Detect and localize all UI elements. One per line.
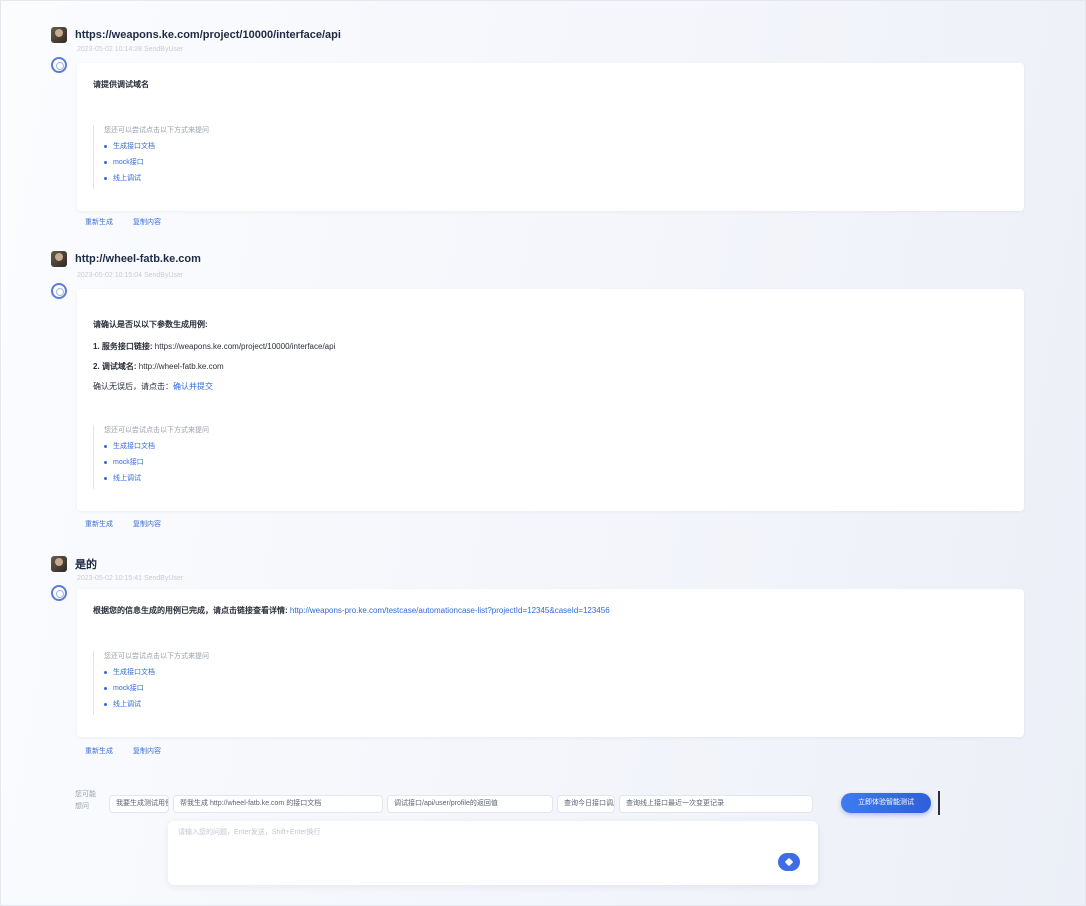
bullet-icon [104,670,107,674]
param-label: 1. 服务接口链接: [93,342,153,351]
hint-item-link[interactable]: 线上调试 [104,473,209,483]
regenerate-button[interactable]: 重新生成 [85,217,113,227]
message-composer[interactable]: 请输入您的问题，Enter发送，Shift+Enter换行 [168,821,818,885]
hint-item-label: 线上调试 [113,701,141,708]
user-avatar [51,556,67,572]
hint-item-link[interactable]: 线上调试 [104,173,209,183]
bot-avatar-icon [51,57,67,73]
copy-button[interactable]: 复制内容 [133,217,161,227]
composer-placeholder: 请输入您的问题，Enter发送，Shift+Enter换行 [178,829,321,836]
bot-avatar-icon [51,585,67,601]
copy-button[interactable]: 复制内容 [133,746,161,756]
user-message: 是的 [51,556,97,572]
result-text: 根据您的信息生成的用例已完成，请点击链接查看详情: [93,606,290,615]
hint-item-label: 生成接口文档 [113,443,155,450]
answer-line: 2. 调试域名: http://wheel-fatb.ke.com [93,361,224,372]
hint-item-label: mock接口 [113,159,144,166]
regenerate-button[interactable]: 重新生成 [85,746,113,756]
hint-box: 您还可以尝试点击以下方式来提问 生成接口文档 mock接口 线上调试 [93,125,209,189]
message-actions: 重新生成 复制内容 [85,519,161,529]
confirm-text: 确认无误后，请点击： [93,382,173,391]
chat-canvas: https://weapons.ke.com/project/10000/int… [0,0,1086,906]
hint-item-link[interactable]: 生成接口文档 [104,441,209,451]
user-avatar [51,27,67,43]
result-link[interactable]: http://weapons-pro.ke.com/testcase/autom… [290,606,610,615]
user-message-text: https://weapons.ke.com/project/10000/int… [75,29,341,41]
suggest-chip[interactable]: 查询今日接口调用量 [557,795,615,813]
answer-line: 1. 服务接口链接: https://weapons.ke.com/projec… [93,341,335,352]
hint-title: 您还可以尝试点击以下方式来提问 [104,427,209,434]
hint-box: 您还可以尝试点击以下方式来提问 生成接口文档 mock接口 线上调试 [93,651,209,715]
user-message-text: http://wheel-fatb.ke.com [75,253,201,265]
suggest-chip[interactable]: 帮我生成 http://wheel-fatb.ke.com 的接口文档 [173,795,383,813]
hint-item-label: mock接口 [113,459,144,466]
user-message: https://weapons.ke.com/project/10000/int… [51,27,341,43]
suggest-chip[interactable]: 查询线上接口最近一次变更记录 [619,795,813,813]
hint-item-link[interactable]: mock接口 [104,157,209,167]
message-actions: 重新生成 复制内容 [85,217,161,227]
assistant-message-card: 请提供调试域名 您还可以尝试点击以下方式来提问 生成接口文档 mock接口 线上… [77,63,1024,211]
hint-item-label: 线上调试 [113,175,141,182]
hint-item-link[interactable]: mock接口 [104,683,209,693]
message-timestamp: 2023-05-02 10:15:41 SendByUser [77,575,184,582]
message-timestamp: 2023-05-02 10:14:28 SendByUser [77,46,184,53]
answer-line: 确认无误后，请点击：确认并提交 [93,381,213,392]
hint-item-label: 生成接口文档 [113,669,155,676]
copy-button[interactable]: 复制内容 [133,519,161,529]
send-button[interactable] [778,853,800,871]
assistant-message-card: 请确认是否以以下参数生成用例: 1. 服务接口链接: https://weapo… [77,289,1024,511]
hint-title: 您还可以尝试点击以下方式来提问 [104,127,209,134]
hint-item-link[interactable]: 生成接口文档 [104,141,209,151]
bullet-icon [104,460,107,464]
hint-item-label: 生成接口文档 [113,143,155,150]
regenerate-button[interactable]: 重新生成 [85,519,113,529]
message-timestamp: 2023-05-02 10:15:04 SendByUser [77,272,184,279]
hint-item-link[interactable]: mock接口 [104,457,209,467]
suggest-chip[interactable]: 调试接口/api/user/profile的返回值 [387,795,553,813]
hint-item-label: 线上调试 [113,475,141,482]
param-label: 2. 调试域名: [93,362,137,371]
bullet-icon [104,476,107,480]
bullet-icon [104,686,107,690]
hint-item-link[interactable]: 生成接口文档 [104,667,209,677]
message-actions: 重新生成 复制内容 [85,746,161,756]
hint-item-link[interactable]: 线上调试 [104,699,209,709]
bot-avatar-icon [51,283,67,299]
bullet-icon [104,176,107,180]
user-avatar [51,251,67,267]
primary-action-button[interactable]: 立即体验智能测试 [841,793,931,813]
suggest-chip[interactable]: 我要生成测试用例 [109,795,169,813]
bullet-icon [104,160,107,164]
param-value: http://wheel-fatb.ke.com [136,362,224,371]
answer-line: 请确认是否以以下参数生成用例: [93,320,208,329]
divider [938,791,940,815]
user-message: http://wheel-fatb.ke.com [51,251,201,267]
hint-box: 您还可以尝试点击以下方式来提问 生成接口文档 mock接口 线上调试 [93,425,209,489]
answer-line: 根据您的信息生成的用例已完成，请点击链接查看详情: http://weapons… [93,605,610,616]
user-message-text: 是的 [75,559,97,571]
hint-item-label: mock接口 [113,685,144,692]
answer-line: 请提供调试域名 [93,80,149,89]
param-value: https://weapons.ke.com/project/10000/int… [152,342,336,351]
suggest-label: 您可能想问 [75,791,96,810]
confirm-link[interactable]: 确认并提交 [173,382,213,391]
assistant-message-card: 根据您的信息生成的用例已完成，请点击链接查看详情: http://weapons… [77,589,1024,737]
bullet-icon [104,702,107,706]
bullet-icon [104,444,107,448]
hint-title: 您还可以尝试点击以下方式来提问 [104,653,209,660]
bullet-icon [104,144,107,148]
